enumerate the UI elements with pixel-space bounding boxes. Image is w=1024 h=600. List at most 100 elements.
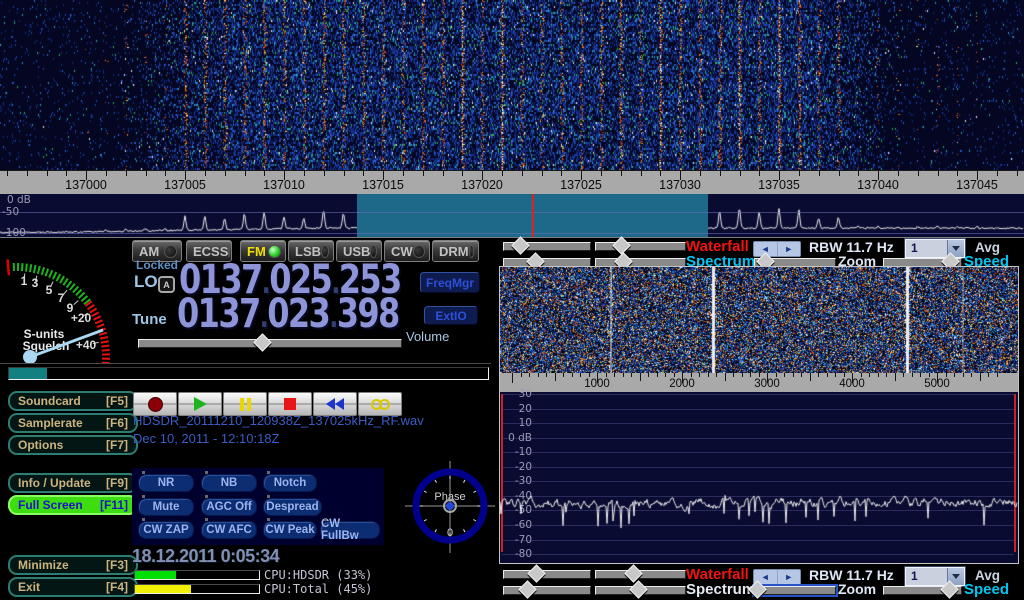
right-waterfall-display[interactable] [499,266,1019,374]
panel-separator [0,237,1024,238]
scale-tick [641,171,642,176]
button-minimize[interactable]: Minimize[F3] [8,555,138,575]
button-samplerate[interactable]: Samplerate[F6] [8,413,138,433]
dsp-button-cw-fullbw[interactable]: CW FullBw [320,521,380,539]
digit-group[interactable]: 398 [337,291,399,337]
digit-group[interactable]: 023 [267,291,329,337]
dsp-button-despread[interactable]: Despread [263,498,322,516]
mode-led [413,245,425,258]
scale-tick [720,171,721,176]
scale-tick [699,373,700,377]
waterfall-brightness-slider[interactable] [503,242,591,251]
button-label: Exit [18,580,40,594]
avg-dropdown[interactable]: 1 [905,567,965,586]
cpu-bar-fill [135,585,191,593]
scale-tick [606,373,607,377]
scale-tick [827,373,828,377]
mode-button-drm[interactable]: DRM [432,240,479,262]
button-fkey: [F4] [106,580,128,594]
frequency-tick-label: 137040 [857,178,899,192]
waterfall-brightness-slider[interactable] [503,570,591,579]
button-exit[interactable]: Exit [F4] [8,577,138,597]
main-frequency-scale[interactable]: 1370001370051370101370151370201370251370… [0,170,1024,194]
scale-tick [640,373,641,381]
right-spectrum-display[interactable]: 3020100 dB-10-20-30-40-50-60-70-80 [499,392,1019,564]
volume-label: Volume [406,329,449,344]
rewind-icon [326,398,344,410]
mode-label: AM [139,244,159,259]
freqmgr-button[interactable]: FreqMgr [420,272,480,293]
digit-separator[interactable]: . [260,300,268,335]
right-frequency-scale[interactable]: 10002000300040005000 [499,373,1019,392]
dsp-button-agc-off[interactable]: AGC Off [201,498,257,516]
scale-tick [225,171,226,176]
scale-tick [344,171,345,176]
waterfall-contrast-slider-thumb[interactable] [612,236,630,254]
scale-tick [126,171,127,176]
phase-indicator: Phase 0 [404,459,496,555]
button-soundcard[interactable]: Soundcard[F5] [8,391,138,411]
button-info-update[interactable]: Info / Update[F9] [8,473,138,493]
speed-slider[interactable] [883,586,962,595]
frequency-tick-label: 137015 [362,178,404,192]
digit-group[interactable]: 0137 [177,291,260,337]
frequency-tick-label: 2000 [669,378,695,390]
button-label: Samplerate [18,416,83,430]
tune-frequency-display[interactable]: 0137.023.398 [177,297,399,335]
waterfall-brightness-slider-thumb[interactable] [512,236,530,254]
db-label: 0 dB [7,194,31,206]
waterfall-contrast-slider-thumb[interactable] [625,564,643,582]
scale-tick [264,171,265,176]
scale-tick [708,373,709,377]
waterfall-contrast-slider[interactable] [595,570,686,579]
spectrum-contrast-slider[interactable] [595,586,686,595]
playback-progress-fill [9,368,47,379]
scale-tick [423,171,424,176]
tune-marker-line[interactable] [532,194,534,238]
recording-filename: HDSDR_20111210_120938Z_137025kHz_RF.wav [133,413,424,428]
dsp-button-cw-zap[interactable]: CW ZAP [138,521,194,539]
dsp-button-cw-peak[interactable]: CW Peak [263,521,317,539]
frequency-tick-label: 4000 [839,378,865,390]
scale-tick [324,171,325,176]
digit-separator[interactable]: . [329,300,337,335]
spin-right-arrow-icon[interactable]: ► [778,570,801,584]
zoom-slider[interactable] [754,586,836,595]
playback-progress-bar[interactable] [8,367,489,380]
scale-tick [403,171,404,176]
spectrum-brightness-slider[interactable] [503,586,591,595]
button-options[interactable]: Options[F7] [8,435,138,455]
extio-button[interactable]: ExtIO [424,306,478,325]
squelch-marker[interactable] [8,259,9,275]
scale-tick [839,171,840,176]
spectrum-label: Spectrum [686,581,755,598]
waterfall-contrast-slider[interactable] [595,242,686,251]
spin-right-arrow-icon[interactable]: ► [778,242,801,256]
main-waterfall-display[interactable] [0,0,1024,170]
button-full-screen[interactable]: Full Screen[F11] [8,495,138,515]
smeter-label: 5 [46,283,53,297]
dsp-button-mute[interactable]: Mute [138,498,194,516]
scale-tick [542,171,543,176]
dsp-button-nr[interactable]: NR [138,474,194,492]
scale-tick [363,171,364,176]
waterfall-brightness-slider-thumb[interactable] [527,564,545,582]
tune-label: Tune [132,311,167,328]
scale-tick [572,373,573,377]
volume-slider[interactable] [138,339,402,348]
scale-tick [988,373,989,377]
avg-dropdown[interactable]: 1 [905,239,965,258]
main-spectrum-display[interactable]: 0 dB -50 -100 [0,194,1024,238]
dsp-button-nb[interactable]: NB [201,474,257,492]
lo-auto-badge[interactable]: A [158,276,175,293]
spectrum-contrast-slider-thumb[interactable] [629,580,647,598]
dsp-button-notch[interactable]: Notch [263,474,317,492]
scale-tick [462,171,463,176]
spectrum-brightness-slider-thumb[interactable] [519,580,537,598]
dsp-button-cw-afc[interactable]: CW AFC [201,521,257,539]
frequency-tick-label: 1000 [584,378,610,390]
scale-tick [555,373,556,381]
smeter-label: 3 [32,276,39,290]
rbw-spin-control[interactable]: ◄► [753,241,801,257]
mode-led [469,245,474,258]
